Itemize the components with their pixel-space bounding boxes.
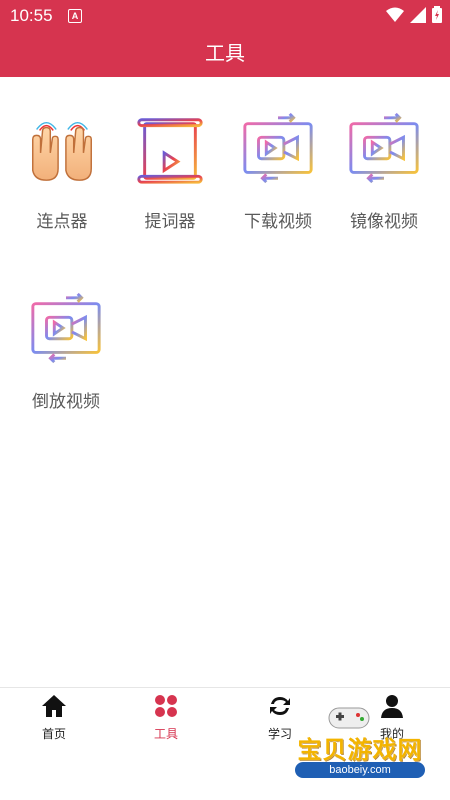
home-icon: [42, 695, 66, 717]
tool-label: 下载视频: [244, 212, 312, 231]
status-bar: 10:55 A: [0, 0, 450, 32]
tool-label: 连点器: [36, 212, 88, 231]
signal-icon: [410, 6, 426, 23]
watermark: 宝贝游戏网 baobeiy.com: [275, 700, 445, 795]
video-download-icon: [243, 112, 313, 184]
watermark-url: baobeiy.com: [295, 762, 425, 778]
tap-hands-icon: [32, 121, 92, 181]
nav-label: 首页: [41, 727, 66, 741]
system-icons: [386, 6, 442, 23]
title-bar: 工具: [0, 32, 450, 77]
teleprompter-scroll-icon: [137, 118, 203, 184]
tool-clicker[interactable]: 连点器: [12, 110, 112, 232]
nav-label: 工具: [153, 727, 178, 741]
tool-mirror-video[interactable]: 镜像视频: [334, 110, 434, 232]
nav-tools[interactable]: 工具: [136, 694, 196, 742]
tool-reverse-video[interactable]: 倒放视频: [16, 290, 116, 412]
wifi-icon: [386, 7, 404, 22]
tool-download-video[interactable]: 下载视频: [228, 110, 328, 232]
tool-teleprompter[interactable]: 提词器: [120, 110, 220, 232]
tools-grid-icon: [155, 695, 177, 717]
status-time: 10:55: [10, 6, 53, 25]
tool-label: 倒放视频: [32, 392, 100, 411]
page-title: 工具: [205, 43, 245, 65]
tool-label: 提词器: [144, 212, 196, 231]
battery-icon: [432, 6, 442, 23]
notification-icon: A: [68, 9, 82, 23]
video-reverse-icon: [31, 292, 101, 364]
video-mirror-icon: [349, 112, 419, 184]
tool-label: 镜像视频: [350, 212, 418, 231]
nav-home[interactable]: 首页: [24, 694, 84, 742]
gamepad-icon: [328, 707, 370, 729]
watermark-text: 宝贝游戏网: [297, 737, 423, 764]
